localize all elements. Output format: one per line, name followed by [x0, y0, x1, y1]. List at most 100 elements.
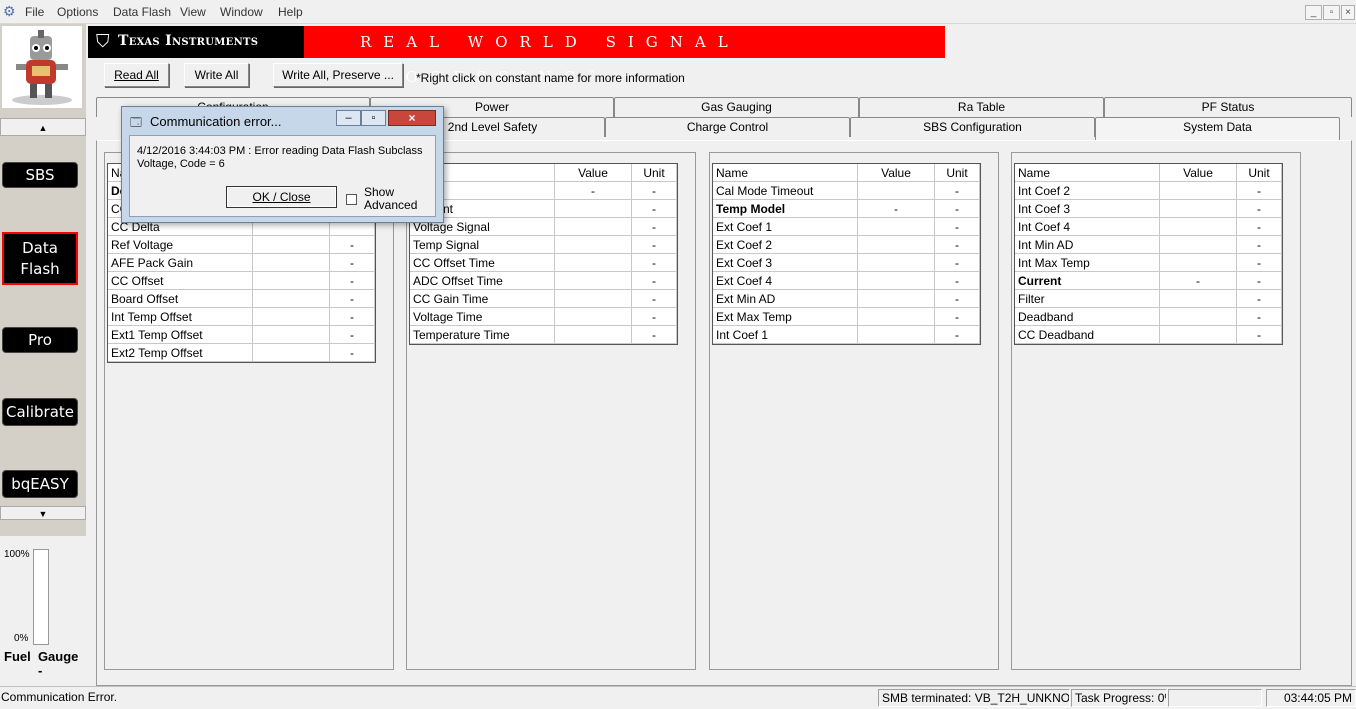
cell-value[interactable]	[555, 254, 632, 272]
table-row[interactable]: Voltage Time -	[410, 308, 677, 326]
table-row[interactable]: Ext Coef 4 -	[713, 272, 980, 290]
tab-system-data[interactable]: System Data	[1095, 117, 1340, 141]
menu-data-flash[interactable]: Data Flash	[113, 5, 171, 19]
column-header-unit[interactable]: Unit	[935, 164, 980, 182]
table-row[interactable]: Ext Coef 3 -	[713, 254, 980, 272]
table-row[interactable]: Int Temp Offset -	[108, 308, 375, 326]
sbs-button[interactable]: SBS	[2, 162, 78, 188]
menu-view[interactable]: View	[180, 5, 206, 19]
cell-value[interactable]: -	[858, 200, 935, 218]
table-row[interactable]: Int Coef 4 -	[1015, 218, 1282, 236]
cell-value[interactable]: -	[555, 182, 632, 200]
cell-value[interactable]	[1160, 218, 1237, 236]
cell-value[interactable]	[555, 290, 632, 308]
cell-value[interactable]	[555, 236, 632, 254]
column-header-unit[interactable]: Unit	[632, 164, 677, 182]
table-row[interactable]: Cal Mode Timeout -	[713, 182, 980, 200]
table-row[interactable]: Ext Coef 1 -	[713, 218, 980, 236]
column-header-value[interactable]: Value	[1160, 164, 1237, 182]
pro-button[interactable]: Pro	[2, 327, 78, 353]
cell-value[interactable]	[858, 272, 935, 290]
cell-value[interactable]	[253, 326, 330, 344]
close-icon[interactable]: ×	[1341, 5, 1355, 20]
table-row[interactable]: Board Offset -	[108, 290, 375, 308]
table-row[interactable]: --	[410, 182, 677, 200]
tab-pf-status[interactable]: PF Status	[1104, 97, 1352, 117]
cell-value[interactable]	[858, 326, 935, 344]
restore-icon[interactable]: ▫	[1323, 5, 1340, 20]
cell-value[interactable]	[253, 236, 330, 254]
cell-value[interactable]	[1160, 308, 1237, 326]
tab-ra-table[interactable]: Ra Table	[859, 97, 1104, 117]
column-header-value[interactable]: Value	[555, 164, 632, 182]
column-header-name[interactable]: Name	[1015, 164, 1160, 182]
cell-value[interactable]	[1160, 200, 1237, 218]
table-row[interactable]: CC Offset -	[108, 272, 375, 290]
table-row[interactable]: Ext Max Temp -	[713, 308, 980, 326]
table-row[interactable]: CC Deadband -	[1015, 326, 1282, 344]
cell-value[interactable]	[555, 272, 632, 290]
cell-value[interactable]	[555, 218, 632, 236]
cell-value[interactable]	[555, 326, 632, 344]
dialog-maximize-icon[interactable]: ▫	[361, 110, 386, 126]
table-row[interactable]: CC Gain Time -	[410, 290, 677, 308]
cell-value[interactable]	[1160, 290, 1237, 308]
table-row[interactable]: Ref Voltage -	[108, 236, 375, 254]
table-row[interactable]: Ext2 Temp Offset -	[108, 344, 375, 362]
data-flash-button[interactable]: Data Flash	[2, 232, 78, 285]
calibrate-button[interactable]: Calibrate	[2, 398, 78, 426]
dialog-close-icon[interactable]: ×	[388, 110, 436, 126]
scroll-up-icon[interactable]: ▲	[0, 118, 86, 136]
cell-value[interactable]	[555, 200, 632, 218]
cell-value[interactable]	[858, 254, 935, 272]
cell-value[interactable]	[1160, 254, 1237, 272]
tab-gas-gauging[interactable]: Gas Gauging	[614, 97, 859, 117]
cell-value[interactable]	[858, 236, 935, 254]
table-row[interactable]: Ext Min AD -	[713, 290, 980, 308]
read-all-button[interactable]: Read All	[104, 63, 169, 87]
ti-app-icon[interactable]: ⚙	[3, 3, 16, 20]
table-row[interactable]: Int Coef 2 -	[1015, 182, 1282, 200]
ok-close-button[interactable]: OK / Close	[226, 186, 337, 208]
table-row[interactable]: CC Offset Time -	[410, 254, 677, 272]
table-row[interactable]: Int Min AD -	[1015, 236, 1282, 254]
column-header-unit[interactable]: Unit	[1237, 164, 1282, 182]
cell-value[interactable]	[253, 272, 330, 290]
table-row[interactable]: Deadband -	[1015, 308, 1282, 326]
cell-value[interactable]	[1160, 236, 1237, 254]
cell-value[interactable]	[1160, 326, 1237, 344]
scroll-down-icon[interactable]: ▼	[0, 506, 86, 520]
cell-value[interactable]	[858, 308, 935, 326]
cell-value[interactable]	[253, 290, 330, 308]
menu-options[interactable]: Options	[57, 5, 98, 19]
cell-value[interactable]	[253, 254, 330, 272]
table-row[interactable]: Int Coef 3 -	[1015, 200, 1282, 218]
tab-sbs-configuration[interactable]: SBS Configuration	[850, 117, 1095, 137]
table-row[interactable]: Voltage Signal -	[410, 218, 677, 236]
column-header-name[interactable]: Name	[713, 164, 858, 182]
cell-value[interactable]	[1160, 182, 1237, 200]
menu-window[interactable]: Window	[220, 5, 263, 19]
cell-value[interactable]	[253, 344, 330, 362]
cell-value[interactable]	[858, 290, 935, 308]
bqeasy-button[interactable]: bqEASY	[2, 470, 78, 498]
table-row[interactable]: Int Coef 1 -	[713, 326, 980, 344]
minimize-icon[interactable]: _	[1305, 5, 1322, 20]
table-row[interactable]: Current - -	[1015, 272, 1282, 290]
table-row[interactable]: Temp Model - -	[713, 200, 980, 218]
menu-file[interactable]: File	[25, 5, 44, 19]
table-row[interactable]: ADC Offset Time -	[410, 272, 677, 290]
cell-value[interactable]	[858, 182, 935, 200]
cell-value[interactable]	[253, 308, 330, 326]
table-row[interactable]: Filter -	[1015, 290, 1282, 308]
dialog-minimize-icon[interactable]: –	[336, 110, 361, 126]
column-header-value[interactable]: Value	[858, 164, 935, 182]
cell-value[interactable]	[858, 218, 935, 236]
show-advanced-checkbox[interactable]	[346, 194, 357, 205]
table-row[interactable]: Ext Coef 2 -	[713, 236, 980, 254]
table-row[interactable]: Current-	[410, 200, 677, 218]
write-all-button[interactable]: Write All	[184, 63, 249, 87]
write-all-preserve-button[interactable]: Write All, Preserve ...	[273, 63, 403, 87]
tab-charge-control[interactable]: Charge Control	[605, 117, 850, 137]
cell-value[interactable]: -	[1160, 272, 1237, 290]
